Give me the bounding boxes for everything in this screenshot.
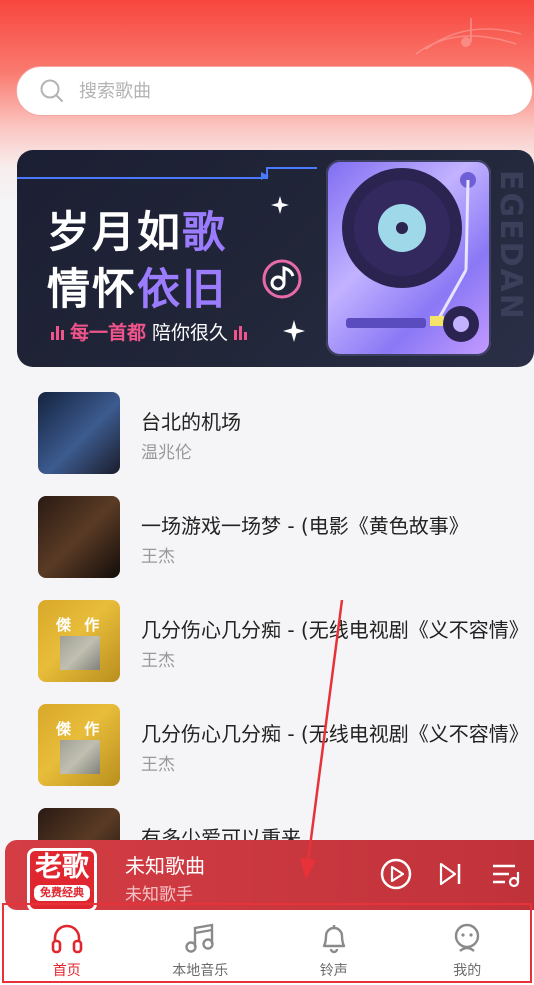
app-logo: 老歌 免费经典 (27, 848, 97, 912)
profile-icon (455, 923, 480, 952)
sparkle-icon (271, 196, 289, 214)
list-item[interactable]: 一场游戏一场梦 - (电影《黄色故事》 王杰 (0, 484, 534, 588)
sparkle-icon (283, 320, 305, 342)
search-icon (40, 79, 63, 102)
vinyl-record-icon (342, 168, 479, 342)
now-playing-title: 未知歌曲 (125, 854, 205, 878)
song-title: 一场游戏一场梦 - (电影《黄色故事》 (141, 514, 469, 538)
play-button[interactable] (379, 857, 413, 891)
tab-label: 本地音乐 (172, 963, 229, 979)
tab-mine[interactable]: 我的 (401, 910, 534, 985)
banner-vertical-text: EGEDAN (493, 170, 528, 321)
album-cover: 傑 作 (38, 704, 120, 786)
banner-headline-1: 岁月如歌 (47, 208, 227, 258)
music-note-icon (185, 923, 214, 953)
bottom-tab-bar: 首页 本地音乐 铃声 我的 (0, 910, 534, 985)
list-item[interactable]: 台北的机场 温兆伦 (0, 380, 534, 484)
song-artist: 王杰 (141, 651, 175, 671)
cover-art (60, 740, 100, 774)
cover-title: 傑 作 (56, 616, 104, 634)
banner-headline-2: 情怀依旧 (47, 265, 227, 315)
song-title: 几分伤心几分痴 - (无线电视剧《义不容情》 (141, 722, 529, 746)
list-item[interactable]: 傑 作 几分伤心几分痴 - (无线电视剧《义不容情》 王杰 (0, 692, 534, 796)
tab-local-music[interactable]: 本地音乐 (134, 910, 268, 985)
tab-home[interactable]: 首页 (0, 910, 134, 985)
equalizer-icon (51, 324, 64, 340)
next-track-button[interactable] (433, 857, 467, 891)
equalizer-icon (234, 324, 248, 340)
mini-player[interactable]: 老歌 免费经典 未知歌曲 未知歌手 (5, 840, 534, 912)
cover-title: 傑 作 (56, 720, 104, 738)
promo-banner[interactable]: 岁月如歌 情怀依旧 每一首都 陪你很久 EGEDAN (17, 150, 534, 367)
playlist-button[interactable] (489, 857, 523, 891)
song-title: 几分伤心几分痴 - (无线电视剧《义不容情》 (141, 618, 529, 642)
cover-art (60, 636, 100, 670)
banner-frame-decoration (17, 167, 317, 180)
banner-subtitle: 每一首都 陪你很久 (51, 318, 248, 345)
album-cover (38, 496, 120, 578)
bell-icon (322, 925, 345, 954)
tab-ringtones[interactable]: 铃声 (267, 910, 401, 985)
turntable-illustration (326, 160, 491, 356)
album-cover: 傑 作 (38, 600, 120, 682)
song-artist: 王杰 (141, 755, 175, 775)
tab-label: 我的 (453, 963, 482, 979)
song-title: 台北的机场 (141, 410, 241, 434)
music-note-decoration (415, 18, 522, 55)
album-cover (38, 392, 120, 474)
search-bar[interactable] (16, 66, 533, 116)
logo-text: 老歌 (35, 852, 89, 883)
headphones-icon (51, 924, 83, 954)
tab-label: 铃声 (319, 963, 348, 979)
list-item[interactable]: 傑 作 几分伤心几分痴 - (无线电视剧《义不容情》 王杰 (0, 588, 534, 692)
music-logo-icon (262, 259, 302, 299)
search-input[interactable] (77, 79, 481, 103)
song-artist: 温兆伦 (141, 443, 192, 463)
tab-label: 首页 (52, 963, 81, 979)
song-artist: 王杰 (141, 547, 175, 567)
now-playing-artist: 未知歌手 (125, 885, 193, 905)
logo-subtext: 免费经典 (34, 885, 90, 901)
